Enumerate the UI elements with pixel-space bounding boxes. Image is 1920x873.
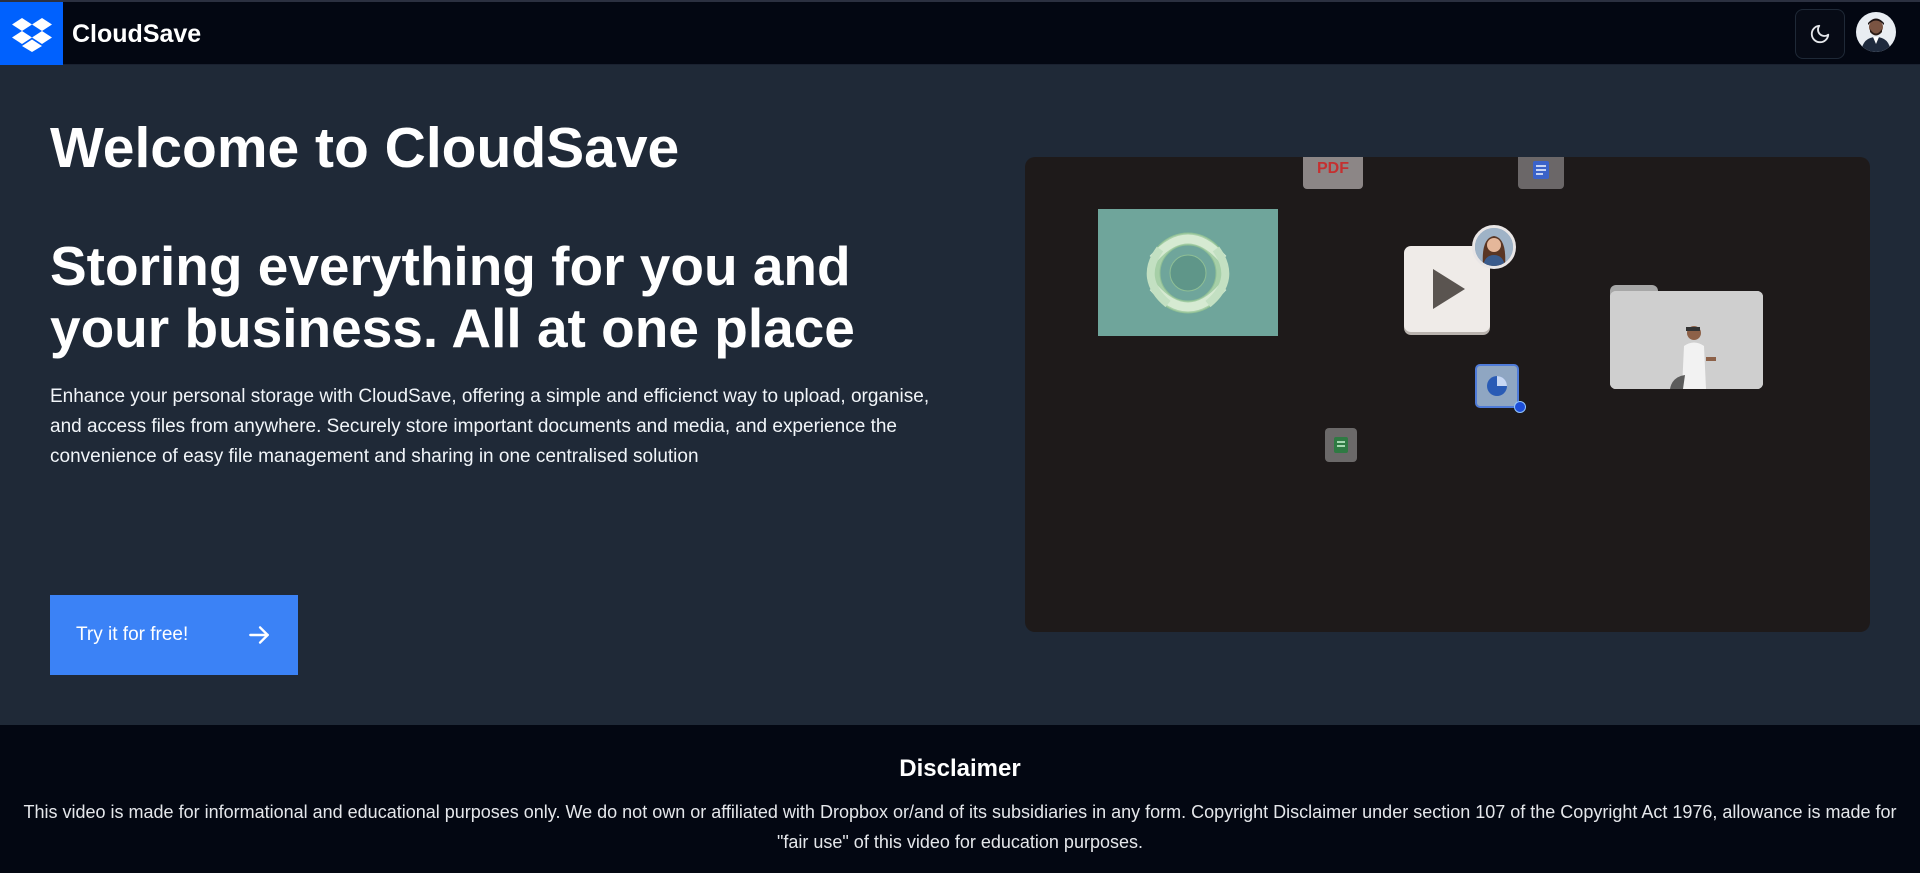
3d-shape-thumbnail <box>1098 209 1278 336</box>
play-icon <box>1433 269 1465 309</box>
document-file-icon <box>1518 157 1564 189</box>
chart-file-icon <box>1475 364 1519 408</box>
spreadsheet-file-icon <box>1325 428 1357 462</box>
hero-media-panel[interactable]: PDF <box>1025 157 1870 632</box>
photo-folder-thumbnail <box>1610 291 1763 389</box>
try-free-button[interactable]: Try it for free! <box>50 595 298 675</box>
dropbox-logo-icon[interactable] <box>0 2 63 65</box>
moon-icon <box>1810 24 1830 44</box>
user-avatar[interactable] <box>1856 12 1896 52</box>
collaborator-avatar <box>1472 225 1516 269</box>
disclaimer-title: Disclaimer <box>899 755 1021 782</box>
disclaimer-text: This video is made for informational and… <box>23 802 1897 852</box>
hero-description: Enhance your personal storage with Cloud… <box>50 386 930 467</box>
top-navbar: CloudSave <box>0 0 1920 65</box>
disclaimer-footer: Disclaimer This video is made for inform… <box>0 725 1920 873</box>
try-free-label: Try it for free! <box>76 624 189 645</box>
sync-badge-icon <box>1514 401 1526 413</box>
pdf-file-icon: PDF <box>1303 157 1363 189</box>
hero-subtitle: Storing everything for you and your busi… <box>50 235 855 359</box>
theme-toggle-button[interactable] <box>1795 9 1845 59</box>
brand-name[interactable]: CloudSave <box>72 20 201 49</box>
arrow-right-icon <box>249 626 269 644</box>
hero-title: Welcome to CloudSave <box>50 116 680 180</box>
